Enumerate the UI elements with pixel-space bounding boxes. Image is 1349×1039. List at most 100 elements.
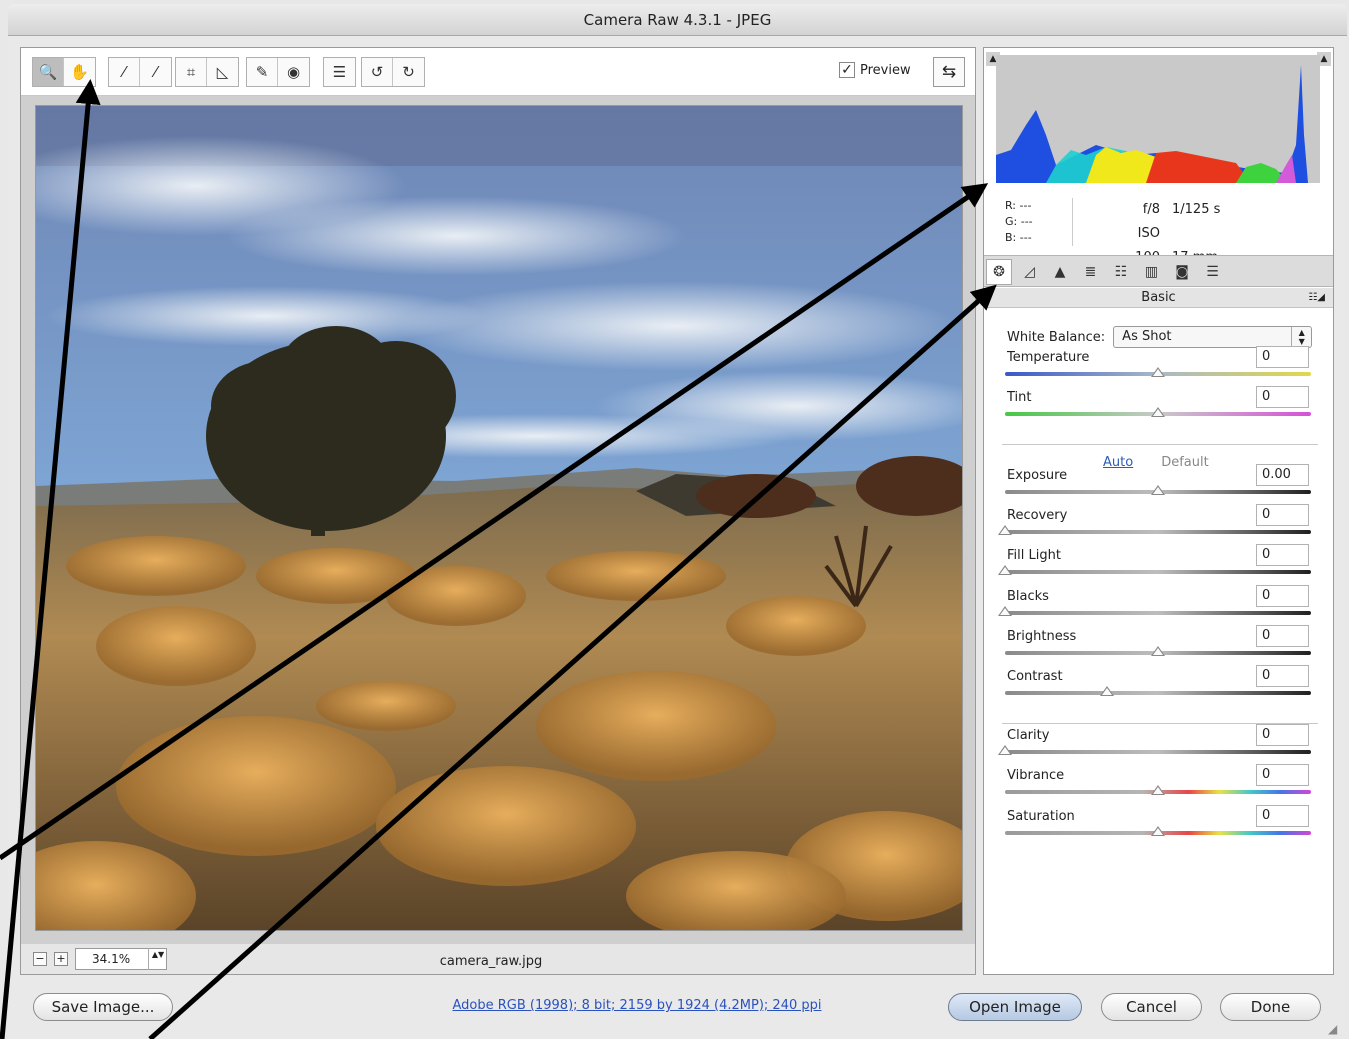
- temperature-thumb[interactable]: [1151, 367, 1165, 377]
- exposure-value-field[interactable]: 0.00: [1256, 464, 1309, 486]
- tab-detail[interactable]: ▲: [1047, 259, 1073, 285]
- tab-basic[interactable]: ❂: [986, 259, 1012, 285]
- file-name: camera_raw.jpg: [439, 954, 543, 969]
- retouch-tool-button[interactable]: ✎: [247, 58, 278, 86]
- saturation-value-field[interactable]: 0: [1256, 805, 1309, 827]
- preferences-tool-button[interactable]: ☰: [324, 58, 355, 86]
- vibrance-label: Vibrance: [1007, 768, 1065, 783]
- recovery-slider[interactable]: Recovery 0: [998, 504, 1311, 544]
- retouch-tool-group: ✎ ◉: [246, 57, 310, 87]
- clarity-value-field[interactable]: 0: [1256, 724, 1309, 746]
- image-work-area: 🔍 ✋ ⁄ ⁄ ⌗ ◺ ✎ ◉ ☰ ↺ ↻ ✓ Preview ⇆ − + 34…: [20, 47, 976, 975]
- hand-tool-button[interactable]: ✋: [64, 58, 95, 86]
- landscape-photo: [36, 106, 962, 930]
- fullscreen-button[interactable]: ⇆: [933, 57, 965, 87]
- workflow-options-link[interactable]: Adobe RGB (1998); 8 bit; 2159 by 1924 (4…: [300, 998, 974, 1013]
- white-balance-label: White Balance:: [1007, 329, 1106, 345]
- tint-label: Tint: [1007, 390, 1032, 405]
- clarity-thumb[interactable]: [998, 745, 1012, 755]
- contrast-value-field[interactable]: 0: [1256, 665, 1309, 687]
- rotate-cw-tool-button[interactable]: ↻: [393, 58, 424, 86]
- blacks-track[interactable]: [1005, 611, 1311, 615]
- white-balance-value: As Shot: [1122, 329, 1172, 344]
- adjustments-panel: ▲ ▲ R: --- G: --- B: --- f/8 1/125 s ISO…: [983, 47, 1334, 975]
- tint-slider[interactable]: Tint 0: [1005, 386, 1311, 426]
- preview-checkbox[interactable]: ✓: [839, 62, 855, 78]
- zoom-tool-button[interactable]: 🔍: [33, 58, 64, 86]
- exposure-thumb[interactable]: [1151, 485, 1165, 495]
- fill-light-track[interactable]: [1005, 570, 1311, 574]
- white-balance-row: White Balance: As Shot ▲ ▼: [1007, 326, 1313, 348]
- crop-tool-button[interactable]: ⌗: [176, 58, 207, 86]
- brightness-slider[interactable]: Brightness 0: [1005, 625, 1311, 665]
- brightness-label: Brightness: [1007, 629, 1077, 644]
- prefs-tool-group: ☰: [323, 57, 356, 87]
- saturation-thumb[interactable]: [1151, 826, 1165, 836]
- histogram: ▲ ▲: [984, 48, 1333, 190]
- saturation-slider[interactable]: Saturation 0: [1005, 805, 1311, 845]
- tab-hsl[interactable]: ≣: [1078, 259, 1104, 285]
- basic-controls: White Balance: As Shot ▲ ▼ Auto Default T…: [984, 309, 1333, 974]
- select-arrows-icon: ▲ ▼: [1291, 327, 1311, 347]
- blacks-thumb[interactable]: [998, 606, 1012, 616]
- shutter-value: 1/125 s: [1172, 202, 1221, 217]
- fill-light-thumb[interactable]: [998, 565, 1012, 575]
- exposure-slider[interactable]: Exposure 0.00: [1005, 464, 1311, 504]
- temperature-slider[interactable]: Temperature 0: [1005, 346, 1311, 386]
- exposure-label: Exposure: [1007, 468, 1068, 483]
- straighten-tool-button[interactable]: ◺: [207, 58, 238, 86]
- clarity-track[interactable]: [1005, 750, 1311, 754]
- white-balance-select[interactable]: As Shot ▲ ▼: [1113, 326, 1313, 348]
- tab-split-toning[interactable]: ☷: [1108, 259, 1134, 285]
- temperature-value-field[interactable]: 0: [1256, 346, 1309, 368]
- tint-value-field[interactable]: 0: [1256, 386, 1309, 408]
- panel-menu-icon[interactable]: ☷◢: [1308, 288, 1325, 308]
- window-title: Camera Raw 4.3.1 - JPEG: [8, 4, 1347, 36]
- recovery-thumb[interactable]: [998, 525, 1012, 535]
- tab-presets[interactable]: ☰: [1200, 259, 1226, 285]
- histogram-curves: [996, 65, 1308, 183]
- g-label: G:: [1005, 215, 1018, 228]
- open-image-button[interactable]: Open Image: [948, 993, 1082, 1021]
- fill-light-slider[interactable]: Fill Light 0: [998, 544, 1311, 584]
- red-eye-tool-button[interactable]: ◉: [278, 58, 309, 86]
- resize-grip-icon[interactable]: ◢: [1328, 1022, 1337, 1036]
- recovery-track[interactable]: [1005, 530, 1311, 534]
- white-balance-tool-button[interactable]: ⁄: [109, 58, 140, 86]
- clarity-slider[interactable]: Clarity 0: [998, 724, 1311, 764]
- rgb-readout: R: --- G: --- B: ---: [1005, 198, 1033, 246]
- contrast-slider[interactable]: Contrast 0: [1005, 665, 1311, 705]
- histogram-graph: [996, 55, 1320, 183]
- cancel-button[interactable]: Cancel: [1101, 993, 1202, 1021]
- b-label: B:: [1005, 231, 1017, 244]
- rotate-ccw-tool-button[interactable]: ↺: [362, 58, 393, 86]
- camera-raw-window: Camera Raw 4.3.1 - JPEG 🔍 ✋ ⁄ ⁄ ⌗ ◺ ✎ ◉ …: [0, 0, 1349, 1039]
- contrast-track[interactable]: [1005, 691, 1311, 695]
- preview-toggle[interactable]: ✓ Preview: [839, 62, 911, 78]
- navigation-tool-group: 🔍 ✋: [32, 57, 96, 87]
- tint-thumb[interactable]: [1151, 407, 1165, 417]
- camera-info: R: --- G: --- B: --- f/81/125 s ISO 1001…: [984, 190, 1333, 265]
- tab-lens[interactable]: ▥: [1139, 259, 1165, 285]
- vibrance-value-field[interactable]: 0: [1256, 764, 1309, 786]
- tab-tone-curve[interactable]: ◿: [1017, 259, 1043, 285]
- temperature-label: Temperature: [1007, 350, 1090, 365]
- b-value: ---: [1019, 231, 1032, 244]
- blacks-label: Blacks: [1007, 589, 1049, 604]
- tab-camera-calibration[interactable]: ◙: [1169, 259, 1195, 285]
- image-preview[interactable]: [35, 105, 963, 931]
- recovery-value-field[interactable]: 0: [1256, 504, 1309, 526]
- save-image-button[interactable]: Save Image...: [33, 993, 173, 1021]
- done-button[interactable]: Done: [1220, 993, 1321, 1021]
- panel-title-text: Basic: [1141, 290, 1176, 305]
- contrast-thumb[interactable]: [1099, 686, 1114, 696]
- blacks-value-field[interactable]: 0: [1256, 585, 1309, 607]
- vibrance-thumb[interactable]: [1151, 785, 1165, 795]
- brightness-thumb[interactable]: [1151, 646, 1165, 656]
- blacks-slider[interactable]: Blacks 0: [998, 585, 1311, 625]
- color-sampler-tool-button[interactable]: ⁄: [140, 58, 171, 86]
- brightness-value-field[interactable]: 0: [1256, 625, 1309, 647]
- vibrance-slider[interactable]: Vibrance 0: [1005, 764, 1311, 804]
- contrast-label: Contrast: [1007, 669, 1063, 684]
- fill-light-value-field[interactable]: 0: [1256, 544, 1309, 566]
